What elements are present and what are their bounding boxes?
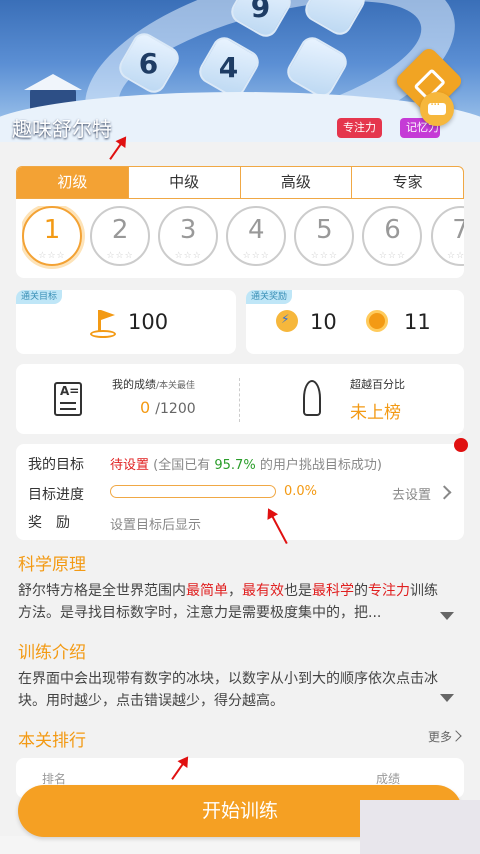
progress-label: 目标进度 bbox=[28, 487, 84, 503]
star-rating: ☆☆☆ bbox=[174, 251, 202, 261]
report-icon: A= bbox=[54, 382, 82, 416]
stage-list: 1☆☆☆ 2☆☆☆ 3☆☆☆ 4☆☆☆ 5☆☆☆ 6☆☆☆ 7☆☆☆ bbox=[22, 206, 464, 272]
energy-icon bbox=[276, 310, 298, 332]
star-rating: ☆☆☆ bbox=[378, 251, 407, 261]
stage-button-2[interactable]: 2 ☆☆☆ bbox=[90, 206, 151, 266]
stage-button-4[interactable]: 4 ☆☆☆ bbox=[226, 206, 287, 266]
stage-button-3[interactable]: 3 ☆☆☆ bbox=[158, 206, 219, 266]
tag-focus: 专注力 bbox=[337, 118, 382, 138]
stage-button-7[interactable]: 7☆☆☆ bbox=[430, 206, 464, 266]
chat-icon[interactable] bbox=[420, 92, 454, 126]
intro-text: 在界面中会出现带有数字的冰块，以数字从小到大的顺序依次点击冰块。用时越少，点击错… bbox=[18, 671, 438, 709]
science-text: 舒尔特方格是全世界范围内最简单，最有效也是最科学的专注力训练方法。是寻找目标数字… bbox=[18, 583, 438, 621]
star-rating: ☆☆☆ bbox=[242, 251, 270, 261]
science-title: 科学原理 bbox=[18, 555, 86, 575]
expand-caret-icon[interactable] bbox=[440, 612, 454, 620]
goal-status: 待设置 (全国已有 95.7% 的用户挑战目标成功) bbox=[110, 458, 382, 473]
star-rating: ☆☆☆ bbox=[106, 251, 134, 261]
tab-intermediate[interactable]: 中级 bbox=[129, 167, 241, 198]
target-card: 通关目标 100 bbox=[16, 290, 236, 354]
score-value: 0 /1200 bbox=[140, 398, 196, 417]
page-title: 趣味舒尔特 bbox=[12, 119, 112, 141]
reward-note: 设置目标后显示 bbox=[110, 518, 202, 533]
star-rating: ☆☆☆ bbox=[38, 251, 66, 261]
score-card: A= 我的成绩/本关最佳 0 /1200 超越百分比 未上榜 bbox=[16, 364, 464, 434]
stage-button-5[interactable]: 5 ☆☆☆ bbox=[294, 206, 355, 266]
goal-progress-bar bbox=[110, 485, 276, 498]
reward-card: 通关奖励 10 11 bbox=[246, 290, 464, 354]
tab-advanced[interactable]: 高级 bbox=[241, 167, 353, 198]
percentile-label: 超越百分比 bbox=[350, 378, 405, 391]
stage-button-6[interactable]: 6 ☆☆☆ bbox=[362, 206, 423, 266]
chevron-right-icon[interactable] bbox=[450, 730, 462, 742]
level-selector: 初级 中级 高级 专家 1 ☆☆☆ 2 ☆☆☆ 3 ☆☆☆ 4 ☆☆☆ 5 ☆☆☆ 6 ☆☆… bbox=[16, 166, 464, 278]
tab-beginner[interactable]: 初级 bbox=[17, 167, 129, 198]
level-tabs: 初级 中级 高级 专家 bbox=[16, 166, 464, 199]
divider bbox=[239, 378, 240, 422]
rocket-icon bbox=[303, 380, 321, 416]
goal-card: 我的目标 待设置 (全国已有 95.7% 的用户挑战目标成功) 目标进度 0.0… bbox=[16, 444, 464, 540]
expand-caret-icon[interactable] bbox=[440, 694, 454, 702]
score-label: 我的成绩/本关最佳 bbox=[112, 378, 196, 391]
more-link[interactable]: 更多 bbox=[428, 728, 452, 745]
coin-value: 11 bbox=[404, 310, 431, 334]
watermark bbox=[360, 800, 480, 854]
progress-percent: 0.0% bbox=[284, 484, 318, 499]
stage-button-1[interactable]: 1 ☆☆☆ bbox=[22, 206, 82, 266]
flag-icon bbox=[90, 308, 118, 338]
ranking-title: 本关排行 bbox=[18, 731, 86, 751]
chevron-right-icon[interactable] bbox=[437, 485, 452, 500]
star-rating: ☆☆☆ bbox=[310, 251, 338, 261]
notification-dot bbox=[454, 438, 468, 452]
target-value: 100 bbox=[128, 310, 169, 334]
set-goal-link[interactable]: 去设置 bbox=[392, 484, 431, 503]
energy-value: 10 bbox=[310, 310, 337, 334]
intro-title: 训练介绍 bbox=[18, 643, 86, 663]
reward-tag: 通关奖励 bbox=[246, 290, 293, 304]
target-tag: 通关目标 bbox=[16, 290, 63, 304]
star-rating: ☆☆☆ bbox=[446, 251, 464, 261]
coin-icon bbox=[366, 310, 388, 332]
tab-expert[interactable]: 专家 bbox=[352, 167, 463, 198]
percentile-value: 未上榜 bbox=[350, 403, 401, 423]
reward-label: 奖励 bbox=[28, 515, 84, 531]
goal-label: 我的目标 bbox=[28, 457, 84, 473]
